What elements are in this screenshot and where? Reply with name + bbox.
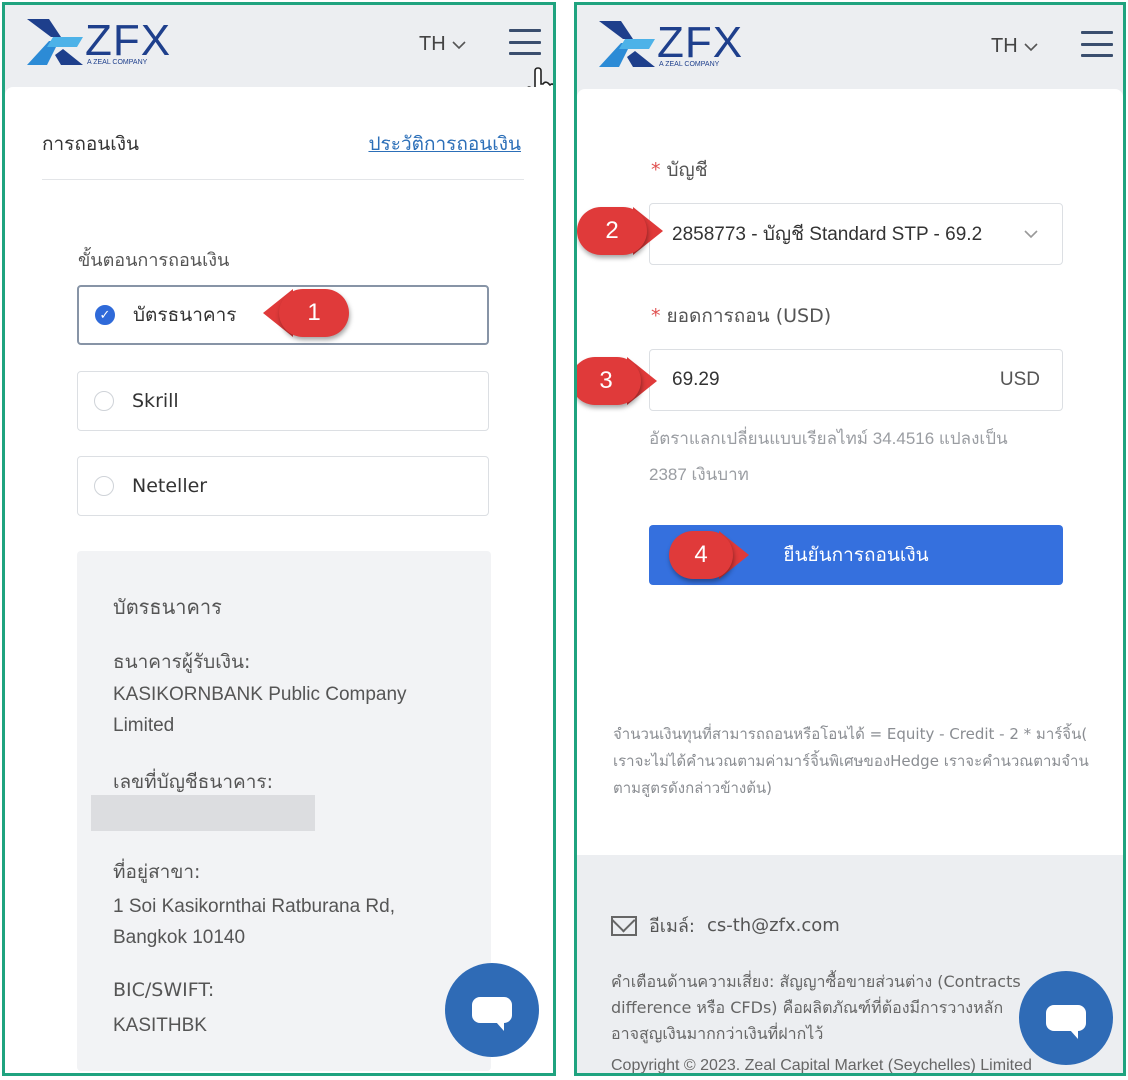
amount-input-value: 69.29 bbox=[672, 369, 720, 390]
branch-address-value: 1 Soi Kasikornthai Ratburana Rd, Bangkok… bbox=[113, 896, 395, 948]
amount-label: * ยอดการถอน (USD) bbox=[651, 305, 832, 327]
chevron-down-icon bbox=[1024, 42, 1038, 51]
left-screenshot-panel: ZFX A ZEAL COMPANY TH การถอนเงิน ประวัติ… bbox=[2, 2, 556, 1076]
checkmark-icon: ✓ bbox=[95, 305, 115, 325]
step-marker-2: 2 bbox=[577, 207, 663, 255]
zfx-logo-icon bbox=[27, 19, 83, 65]
language-selector[interactable]: TH bbox=[991, 35, 1038, 58]
option-neteller[interactable]: Neteller bbox=[77, 456, 489, 516]
step-marker-1: 1 bbox=[263, 289, 349, 337]
chat-button[interactable] bbox=[445, 963, 539, 1057]
hamburger-menu-icon[interactable] bbox=[509, 29, 541, 55]
withdrawal-step-label: ขั้นตอนการถอนเงิน bbox=[78, 250, 230, 271]
right-screenshot-panel: ZFX A ZEAL COMPANY TH * บัญชี 2858773 - บ… bbox=[574, 2, 1126, 1076]
bank-info-heading: บัตรธนาคาร bbox=[113, 595, 222, 619]
swift-label: BIC/SWIFT: bbox=[113, 979, 215, 1001]
chat-icon bbox=[1046, 1005, 1086, 1039]
footer-email: อีเมล์: cs-th@zfx.com bbox=[611, 911, 840, 940]
amount-input[interactable]: 69.29 USD bbox=[649, 349, 1063, 411]
logo-text: ZFX bbox=[657, 18, 744, 67]
withdrawable-formula-note: จำนวนเงินทุนที่สามารถถอนหรือโอนได้ = Equ… bbox=[613, 725, 1089, 797]
chevron-down-icon bbox=[1024, 230, 1038, 239]
marker-number: 2 bbox=[577, 207, 647, 255]
account-select-value: 2858773 - บัญชี Standard STP - 69.2 bbox=[672, 224, 983, 245]
language-label: TH bbox=[991, 35, 1018, 57]
zfx-logo[interactable]: ZFX A ZEAL COMPANY bbox=[27, 16, 172, 66]
header-bar: ZFX A ZEAL COMPANY TH bbox=[5, 5, 553, 87]
zfx-logo[interactable]: ZFX A ZEAL COMPANY bbox=[599, 18, 744, 68]
logo-subtext: A ZEAL COMPANY bbox=[87, 59, 148, 66]
step-marker-3: 3 bbox=[577, 357, 657, 405]
zfx-logo-icon bbox=[599, 21, 655, 67]
mail-icon bbox=[611, 915, 637, 936]
marker-number: 3 bbox=[577, 357, 641, 405]
withdrawal-history-link[interactable]: ประวัติการถอนเงิน bbox=[368, 129, 521, 159]
account-select[interactable]: 2858773 - บัญชี Standard STP - 69.2 bbox=[649, 203, 1063, 265]
bank-info-box: บัตรธนาคาร ธนาคารผู้รับเงิน: KASIKORNBAN… bbox=[77, 551, 491, 1071]
chat-icon bbox=[472, 997, 512, 1031]
beneficiary-bank-value: KASIKORNBANK Public Company Limited bbox=[113, 684, 407, 736]
divider bbox=[42, 179, 524, 180]
account-number-label: เลขที่บัญชีธนาคาร: bbox=[113, 771, 274, 793]
logo-text: ZFX bbox=[85, 16, 172, 65]
chevron-down-icon bbox=[452, 40, 466, 49]
branch-address-label: ที่อยู่สาขา: bbox=[113, 861, 201, 883]
option-skrill[interactable]: Skrill bbox=[77, 371, 489, 431]
step-marker-4: 4 bbox=[669, 531, 749, 579]
copyright-text: Copyright © 2023. Zeal Capital Market (S… bbox=[611, 1057, 1032, 1074]
header-bar: ZFX A ZEAL COMPANY TH bbox=[577, 5, 1123, 87]
amount-currency: USD bbox=[999, 369, 1040, 390]
exchange-rate-note: อัตราแลกเปลี่ยนแบบเรียลไทม์ 34.4516 แปลง… bbox=[649, 429, 1008, 484]
beneficiary-bank-label: ธนาคารผู้รับเงิน: bbox=[113, 651, 251, 673]
account-label: * บัญชี bbox=[651, 159, 708, 181]
swift-value: KASITHBK bbox=[113, 1015, 207, 1036]
redacted-account-number bbox=[91, 795, 315, 831]
radio-icon bbox=[94, 476, 114, 496]
option-label: บัตรธนาคาร bbox=[133, 304, 237, 326]
hamburger-menu-icon[interactable] bbox=[1081, 31, 1113, 57]
option-label: Skrill bbox=[132, 390, 179, 412]
radio-icon bbox=[94, 391, 114, 411]
page-title: การถอนเงิน bbox=[42, 133, 140, 155]
option-label: Neteller bbox=[132, 475, 208, 497]
email-value[interactable]: cs-th@zfx.com bbox=[707, 915, 840, 936]
marker-number: 1 bbox=[279, 289, 349, 337]
marker-number: 4 bbox=[669, 531, 733, 579]
language-selector[interactable]: TH bbox=[419, 33, 466, 56]
chat-button[interactable] bbox=[1019, 971, 1113, 1065]
language-label: TH bbox=[419, 33, 446, 55]
email-label: อีเมล์: bbox=[649, 916, 695, 937]
logo-subtext: A ZEAL COMPANY bbox=[659, 61, 720, 68]
